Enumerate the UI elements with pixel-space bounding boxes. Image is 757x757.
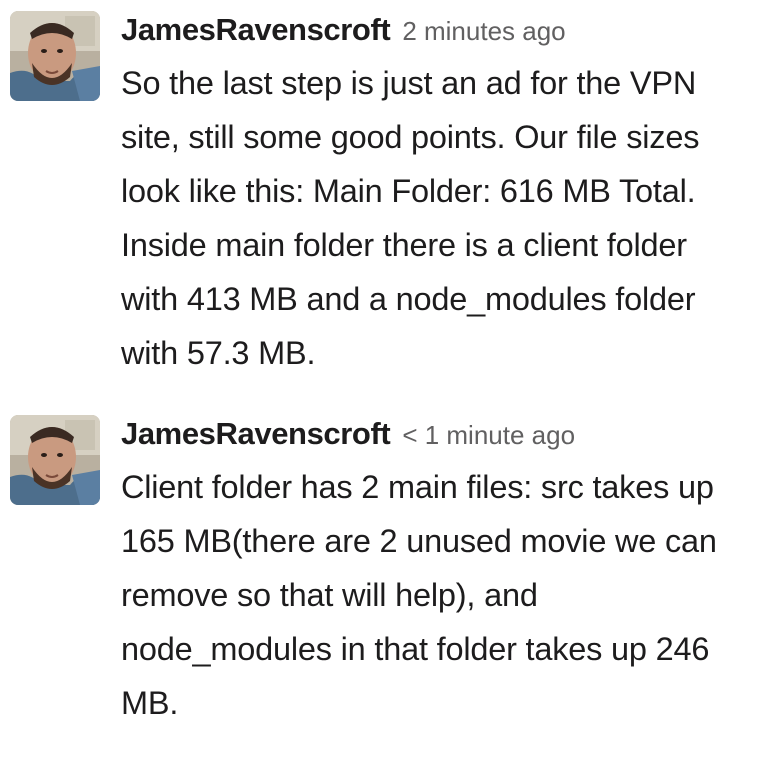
avatar-image	[10, 415, 100, 505]
message-content: JamesRavenscroft < 1 minute ago Client fo…	[121, 412, 751, 730]
message-text: Client folder has 2 main files: src take…	[121, 469, 717, 721]
avatar[interactable]	[10, 11, 100, 101]
message-header: JamesRavenscroft 2 minutes ago	[121, 8, 751, 52]
avatar-image	[10, 11, 100, 101]
author-name[interactable]: JamesRavenscroft	[121, 12, 391, 47]
author-name[interactable]: JamesRavenscroft	[121, 416, 391, 451]
message-content: JamesRavenscroft 2 minutes ago So the las…	[121, 8, 751, 380]
message-text: So the last step is just an ad for the V…	[121, 65, 700, 371]
message-header: JamesRavenscroft < 1 minute ago	[121, 412, 751, 456]
timestamp[interactable]: < 1 minute ago	[402, 420, 575, 450]
avatar[interactable]	[10, 415, 100, 505]
timestamp[interactable]: 2 minutes ago	[402, 16, 565, 46]
